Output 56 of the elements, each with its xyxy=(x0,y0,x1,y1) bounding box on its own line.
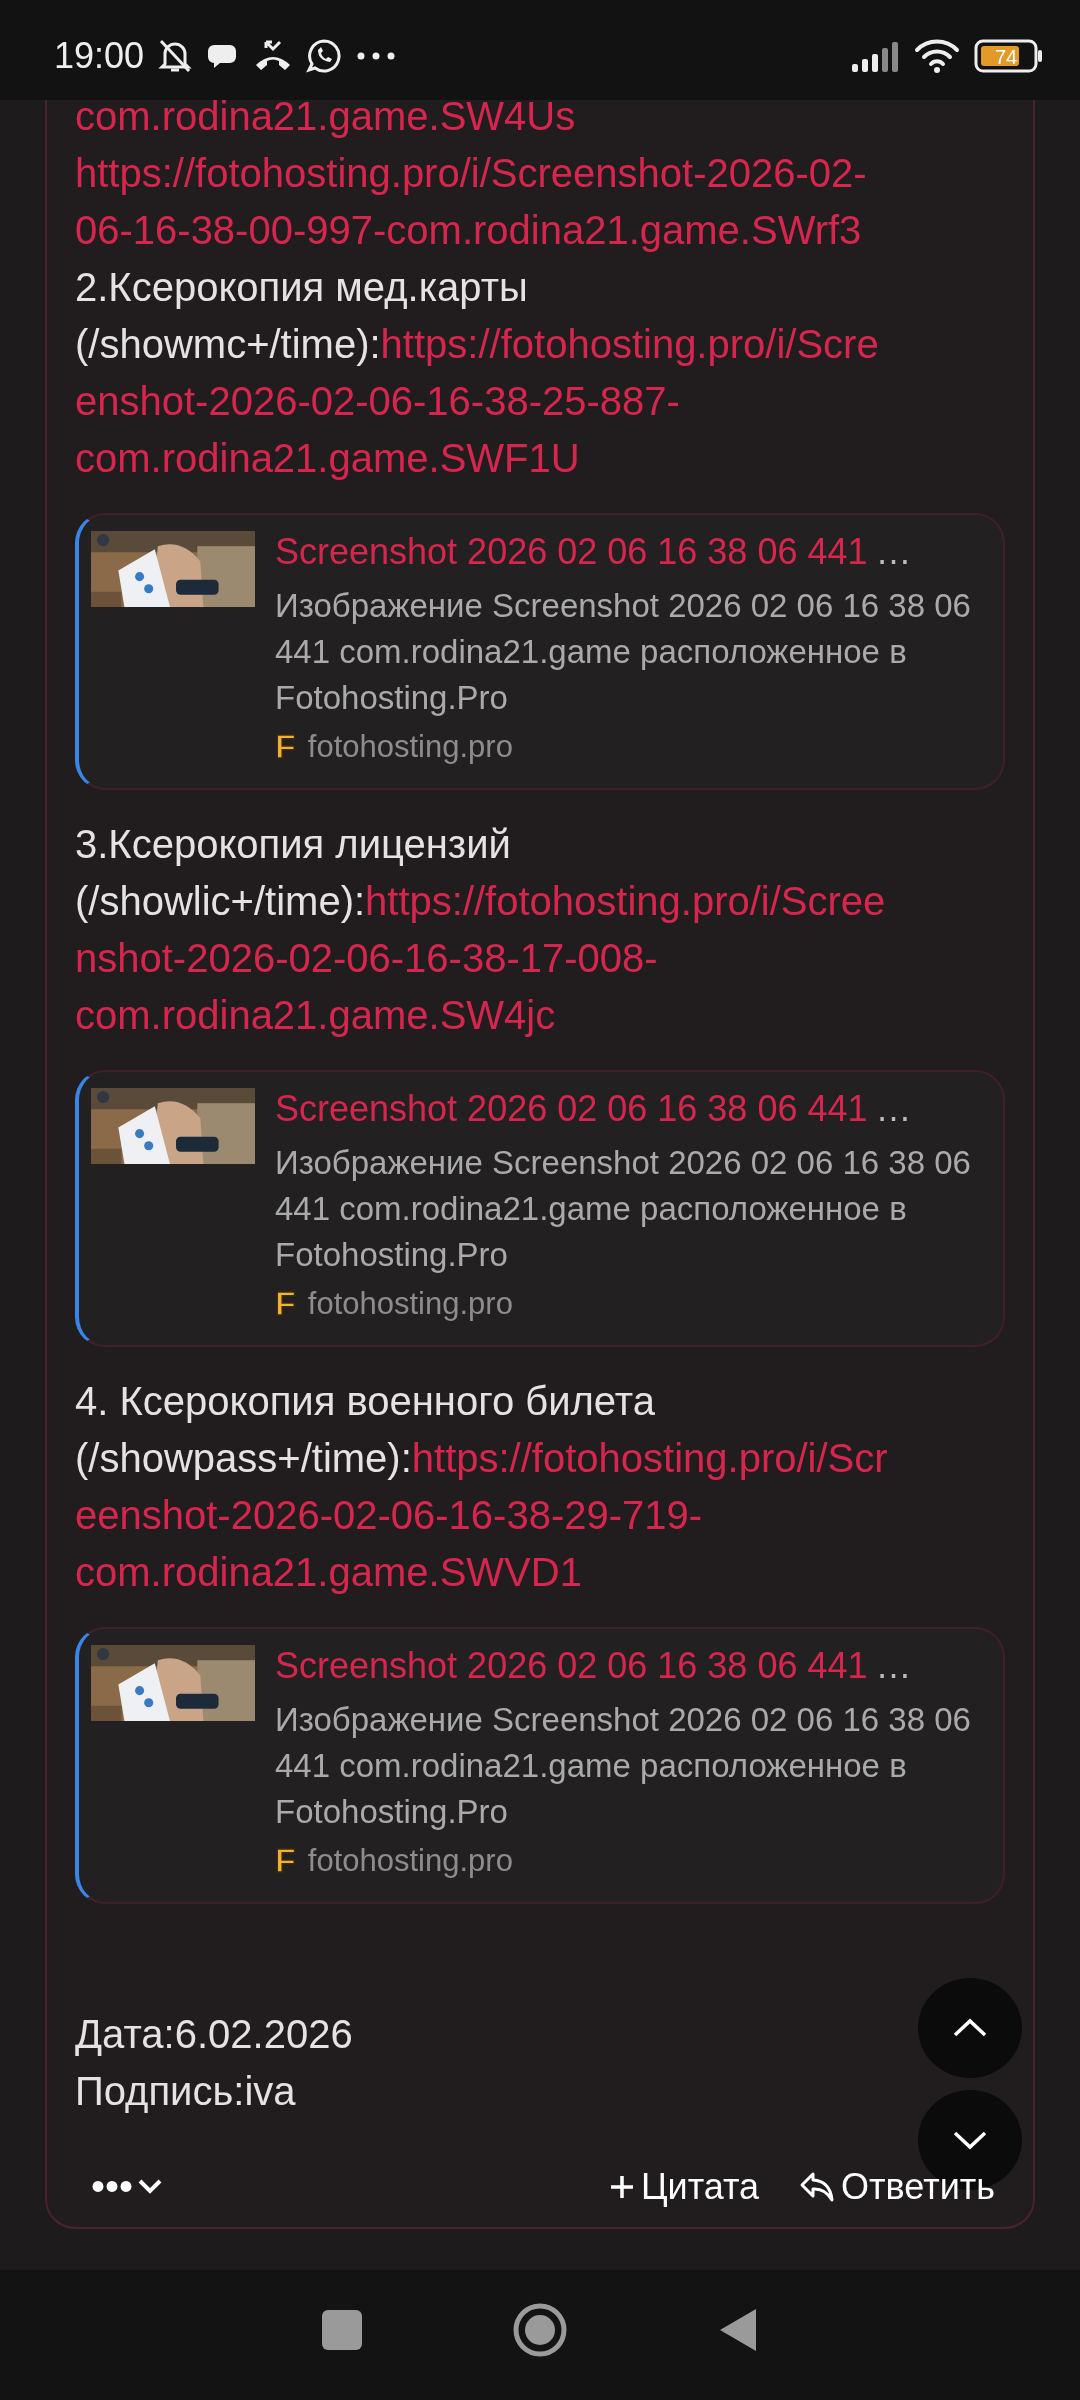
link[interactable]: https://fotohosting.pro/i/Screenshot-2026-02- xyxy=(75,151,867,195)
link[interactable]: com.rodina21.game.SW4Us xyxy=(75,100,576,138)
more-icon xyxy=(356,51,397,61)
link[interactable]: https://fotohosting.pro/i/Scree xyxy=(365,879,886,923)
link[interactable]: 06-16-38-00-997-com.rodina21.game.SWrf3 xyxy=(75,208,862,252)
site-logo: F xyxy=(275,727,296,766)
reply-icon xyxy=(799,2170,836,2203)
reply-button[interactable]: Ответить xyxy=(799,2165,995,2208)
preview-title: Screenshot 2026 02 06 16 38 06 441 xyxy=(275,1088,868,1130)
site-name: fotohosting.pro xyxy=(307,1842,513,1879)
link-preview-card[interactable]: Screenshot 2026 02 06 16 38 06 441 … Изображение Screenshot 2026 02 06 16 38 06 441 com.rodina21.game расположенное в Fotohosting.Pro F fotohosting.pro xyxy=(75,1627,1005,1904)
site-logo: F xyxy=(275,1841,296,1880)
chevron-down-icon xyxy=(137,2177,163,2196)
preview-description: Изображение Screenshot 2026 02 06 16 38 06 441 com.rodina21.game расположенное в Fotohosting.Pro xyxy=(275,1143,972,1275)
post-text: (/showpass+/time): xyxy=(75,1436,412,1480)
link[interactable]: com.rodina21.game.SW4jc xyxy=(75,993,556,1037)
clock: 19:00 xyxy=(54,35,145,77)
preview-title: Screenshot 2026 02 06 16 38 06 441 xyxy=(275,531,868,573)
quote-button[interactable]: Цитата xyxy=(608,2165,760,2208)
back-icon[interactable] xyxy=(718,2307,758,2353)
post-text: (/showmc+/time): xyxy=(75,322,381,366)
post-text: 2.Ксерокопия мед.карты xyxy=(75,265,528,309)
post-text: 4. Ксерокопия военного билета xyxy=(75,1379,655,1423)
home-icon[interactable] xyxy=(512,2302,568,2358)
link[interactable]: nshot-2026-02-06-16-38-17-008- xyxy=(75,936,658,980)
preview-title: Screenshot 2026 02 06 16 38 06 441 xyxy=(275,1645,868,1687)
wifi-icon xyxy=(914,38,960,74)
post-text: 3.Ксерокопия лицензий xyxy=(75,822,511,866)
ellipsis: … xyxy=(875,1088,912,1130)
chevron-down-icon xyxy=(952,2130,988,2150)
plus-icon xyxy=(608,2173,635,2200)
link[interactable]: com.rodina21.game.SWF1U xyxy=(75,436,580,480)
bell-off-icon xyxy=(158,38,193,74)
ellipsis: … xyxy=(875,531,912,573)
link[interactable]: https://fotohosting.pro/i/Scr xyxy=(411,1436,888,1480)
phone-chat-icon xyxy=(306,38,343,74)
preview-description: Изображение Screenshot 2026 02 06 16 38 06 441 com.rodina21.game расположенное в Fotohosting.Pro xyxy=(275,586,972,718)
link[interactable]: com.rodina21.game.SWVD1 xyxy=(75,1550,582,1594)
site-name: fotohosting.pro xyxy=(307,1285,513,1322)
missed-call-icon xyxy=(254,39,293,73)
post-text: Подпись:iva xyxy=(75,2069,296,2113)
post-text: Дата:6.02.2026 xyxy=(75,2012,353,2056)
post-text: (/showlic+/time): xyxy=(75,879,366,923)
chevron-up-icon xyxy=(952,2018,988,2038)
signal-icon xyxy=(852,40,900,72)
site-name: fotohosting.pro xyxy=(307,728,513,765)
link-preview-card[interactable]: Screenshot 2026 02 06 16 38 06 441 … Изображение Screenshot 2026 02 06 16 38 06 441 com.rodina21.game расположенное в Fotohosting.Pro F fotohosting.pro xyxy=(75,1070,1005,1347)
battery-level: 74 xyxy=(994,46,1018,68)
link[interactable]: enshot-2026-02-06-16-38-25-887- xyxy=(75,379,680,423)
link-preview-card[interactable]: Screenshot 2026 02 06 16 38 06 441 … Изображение Screenshot 2026 02 06 16 38 06 441 com.rodina21.game расположенное в Fotohosting.Pro F fotohosting.pro xyxy=(75,513,1005,790)
site-logo: F xyxy=(275,1284,296,1323)
link[interactable]: eenshot-2026-02-06-16-38-29-719- xyxy=(75,1493,703,1537)
more-button[interactable]: ••• xyxy=(75,2164,163,2209)
link[interactable]: https://fotohosting.pro/i/Scre xyxy=(380,322,879,366)
preview-description: Изображение Screenshot 2026 02 06 16 38 06 441 com.rodina21.game расположенное в Fotohosting.Pro xyxy=(275,1700,972,1832)
ellipsis: … xyxy=(875,1645,912,1687)
